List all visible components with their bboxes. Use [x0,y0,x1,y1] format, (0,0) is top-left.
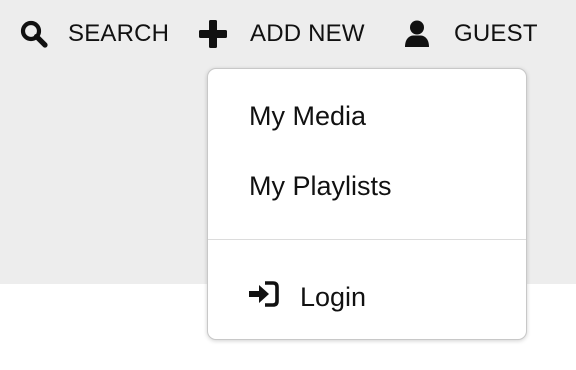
add-new-label: ADD NEW [250,20,365,47]
top-navigation: SEARCH ADD NEW GUEST [0,14,576,54]
menu-item-my-playlists[interactable]: My Playlists [249,166,392,206]
menu-divider [208,239,526,240]
guest-menu-button[interactable]: GUEST [404,14,538,54]
menu-item-my-media[interactable]: My Media [249,96,366,136]
menu-item-login[interactable]: Login [249,277,366,317]
search-icon [20,20,48,48]
user-dropdown-menu: My Media My Playlists Login [207,68,527,340]
search-label: SEARCH [68,20,170,47]
menu-item-label: My Media [249,100,367,131]
add-new-button[interactable]: ADD NEW [198,14,365,54]
search-button[interactable]: SEARCH [20,14,169,54]
guest-label: GUEST [454,20,538,47]
login-label: Login [300,281,367,312]
page: SEARCH ADD NEW GUEST My Media My Playlis… [0,0,576,370]
user-icon [404,20,430,48]
plus-icon [198,19,228,49]
menu-item-label: My Playlists [249,170,392,201]
sign-in-icon [249,280,279,314]
